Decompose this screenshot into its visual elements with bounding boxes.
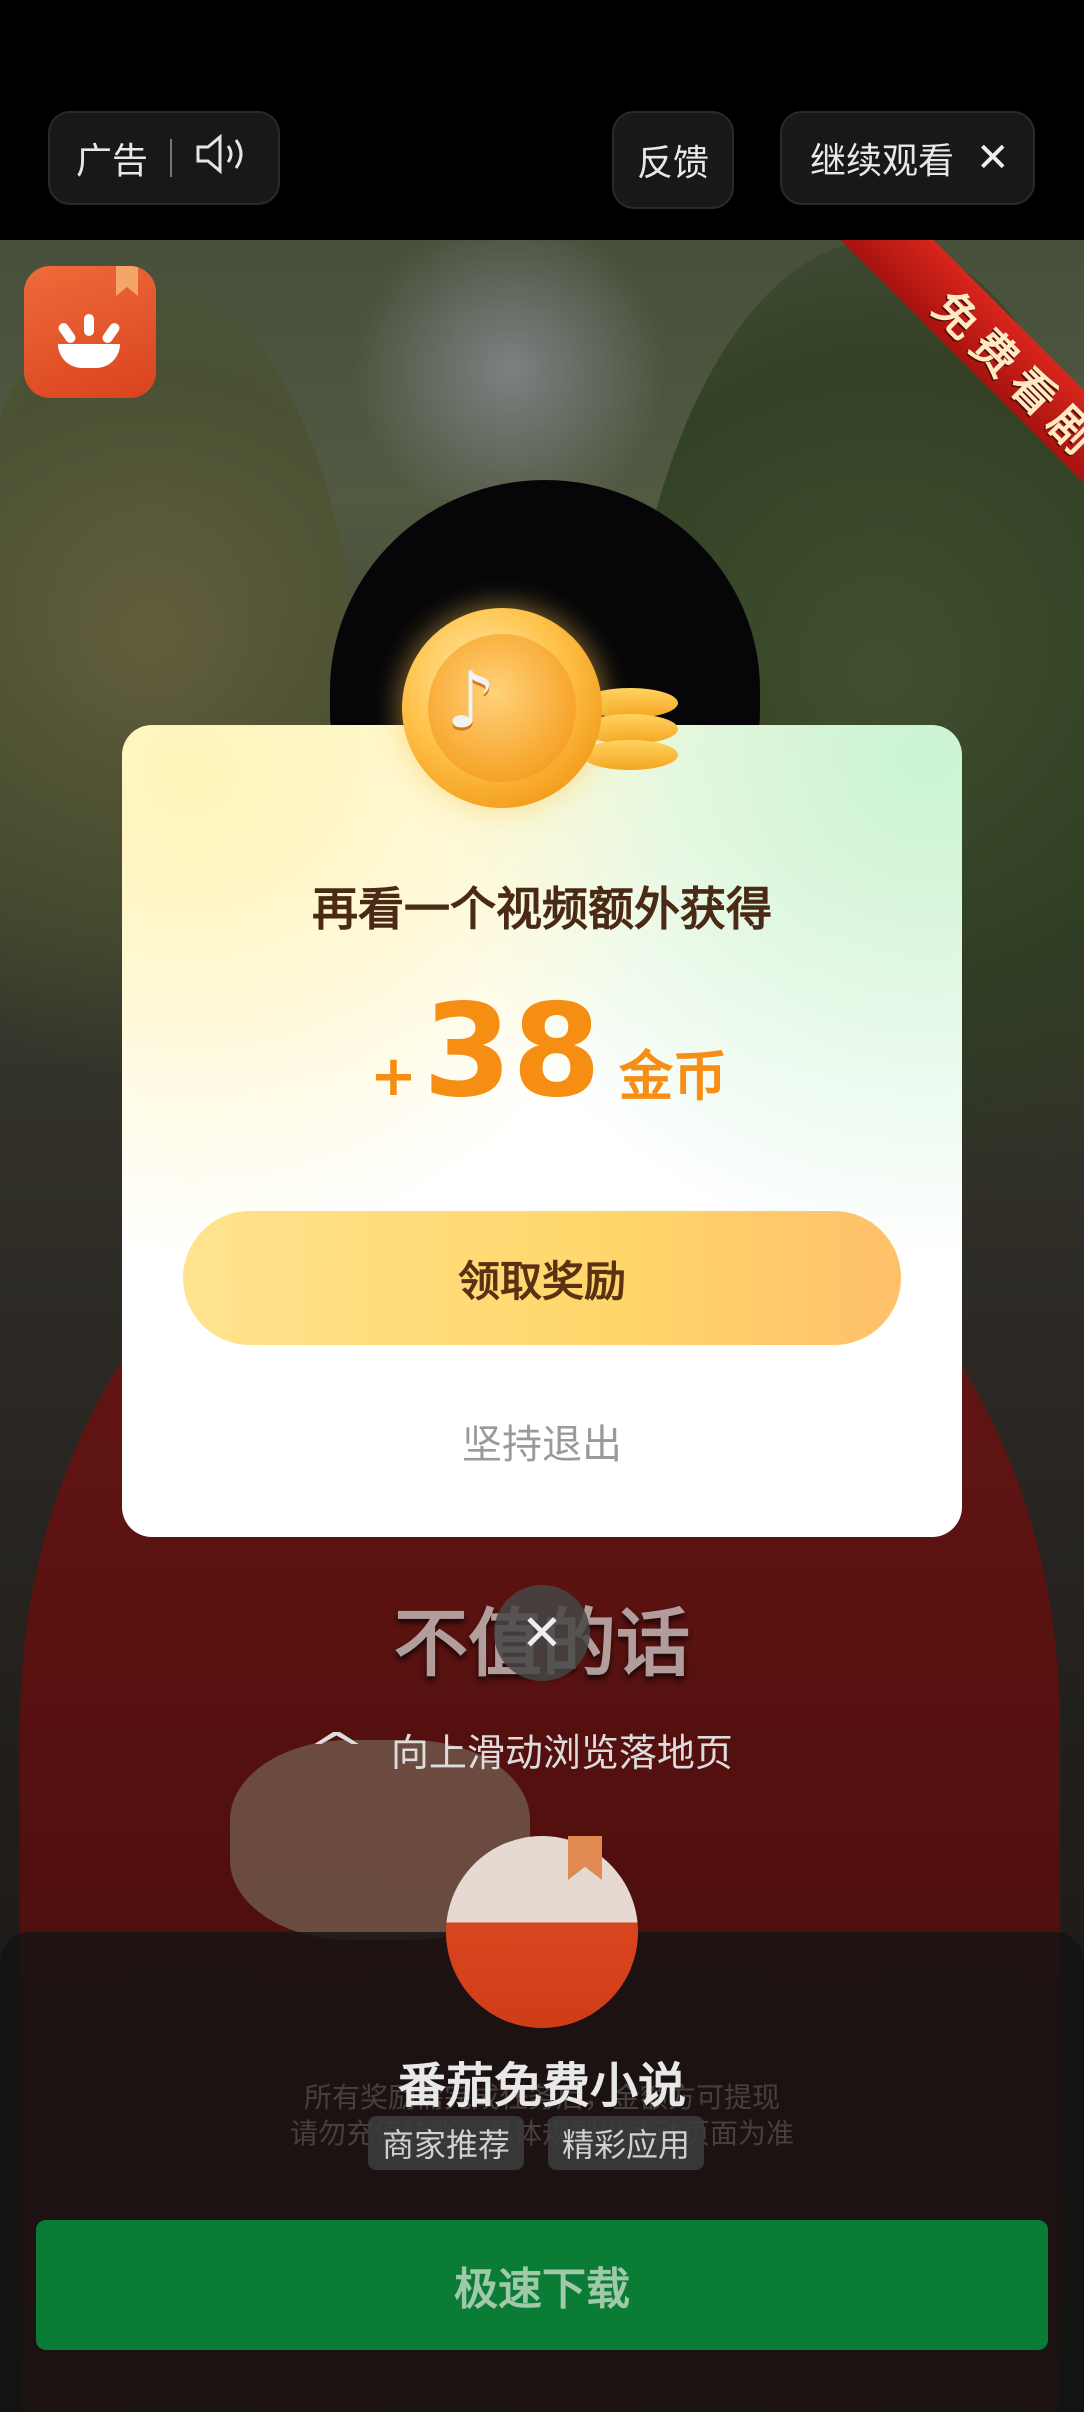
claim-reward-button[interactable]: 领取奖励 bbox=[183, 1211, 901, 1345]
reward-plus: + bbox=[370, 1044, 417, 1109]
app-avatar-icon[interactable] bbox=[446, 1836, 638, 2028]
bookmark-icon bbox=[116, 266, 138, 296]
chevron-up-icon: ^ bbox=[306, 1724, 366, 1775]
coin-glyph: ♪ bbox=[446, 656, 496, 746]
ad-top-bar: 广告 反馈 继续观看 ✕ bbox=[0, 0, 1084, 240]
seed-mark bbox=[84, 314, 94, 336]
close-icon[interactable]: ✕ bbox=[976, 135, 1010, 181]
swipe-hint-text: 向上滑动浏览落地页 bbox=[390, 1731, 733, 1775]
ad-label: 广告 bbox=[76, 141, 149, 182]
bookmark-icon bbox=[568, 1836, 602, 1880]
download-button[interactable]: 极速下载 bbox=[36, 2220, 1048, 2350]
free-drama-ribbon: 免费看剧 bbox=[770, 240, 1084, 554]
seed-mark bbox=[56, 321, 78, 345]
modal-close-icon[interactable]: ✕ bbox=[494, 1585, 590, 1681]
quit-link[interactable]: 坚持退出 bbox=[0, 1412, 1084, 1470]
notice-line-2: 请勿充值转账，具体规则以活动页面为准 bbox=[289, 2117, 794, 2150]
ribbon-text: 免费看剧 bbox=[834, 240, 1084, 554]
reward-number: 38 bbox=[422, 977, 602, 1126]
feedback-label: 反馈 bbox=[636, 143, 709, 184]
tag-featured-app: 精彩应用 bbox=[548, 2116, 705, 2170]
speaker-icon[interactable] bbox=[194, 132, 250, 185]
continue-watching-button[interactable]: 继续观看 ✕ bbox=[780, 111, 1035, 205]
feedback-button[interactable]: 反馈 bbox=[612, 111, 734, 209]
logo-blob bbox=[58, 344, 120, 368]
gold-coins-icon: ♪ bbox=[402, 608, 692, 818]
app-logo-icon[interactable] bbox=[24, 266, 156, 398]
seed-mark bbox=[100, 321, 122, 345]
app-name: 番茄免费小说 bbox=[397, 2058, 686, 2114]
reward-amount: + 38 金币 bbox=[370, 988, 727, 1116]
divider bbox=[170, 139, 173, 177]
continue-label: 继续观看 bbox=[810, 141, 955, 182]
tag-merchant-recommend: 商家推荐 bbox=[368, 2116, 525, 2170]
coin-stack-layer bbox=[582, 740, 678, 770]
modal-title: 再看一个视频额外获得 bbox=[312, 882, 772, 936]
reward-unit: 金币 bbox=[619, 1045, 728, 1108]
ad-label-pill[interactable]: 广告 bbox=[48, 111, 280, 205]
coin-main: ♪ bbox=[402, 608, 602, 808]
swipe-up-hint[interactable]: ^ 向上滑动浏览落地页 bbox=[307, 1722, 733, 1777]
